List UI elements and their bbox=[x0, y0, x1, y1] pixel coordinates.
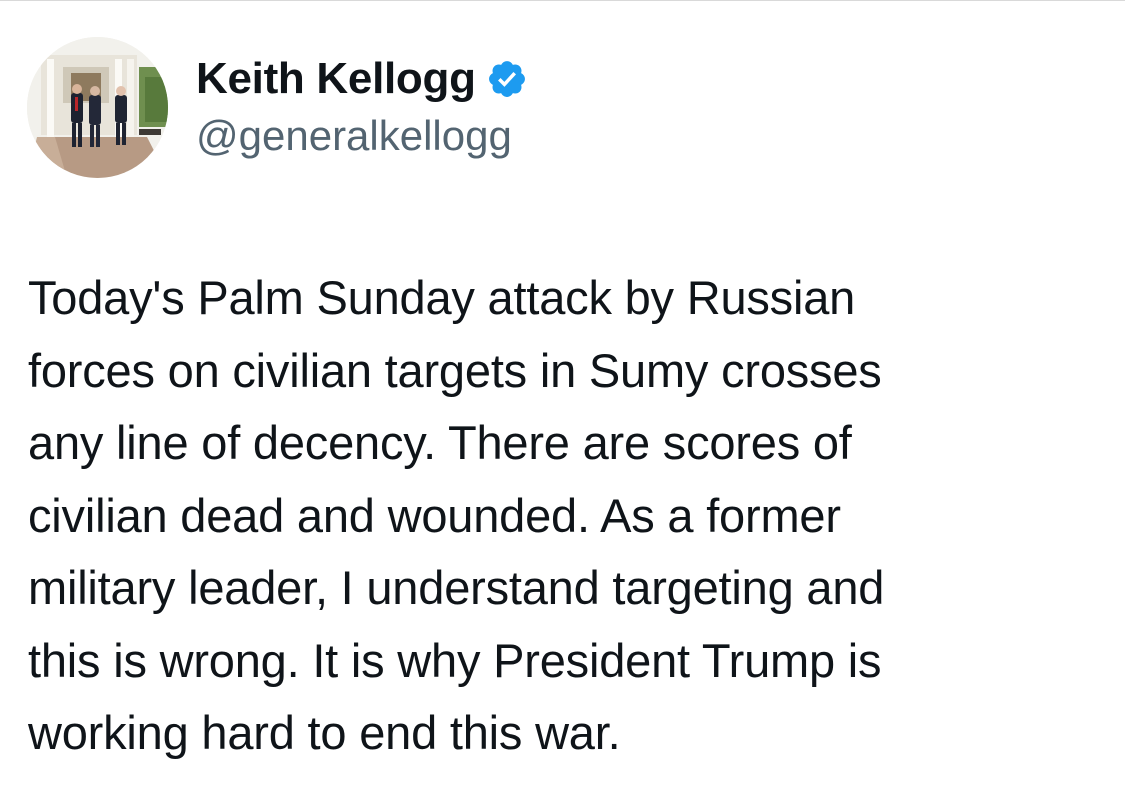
profile-photo bbox=[27, 37, 168, 178]
display-name[interactable]: Keith Kellogg bbox=[196, 54, 476, 104]
avatar[interactable] bbox=[27, 37, 168, 178]
tweet-text: Today's Palm Sunday attack by Russian fo… bbox=[28, 271, 885, 759]
tweet-card: Keith Kellogg @generalkellogg Today's Pa… bbox=[0, 0, 1125, 800]
author-block: Keith Kellogg @generalkellogg bbox=[196, 50, 528, 160]
user-handle[interactable]: @generalkellogg bbox=[196, 112, 528, 160]
verified-badge-icon bbox=[486, 58, 528, 100]
name-row: Keith Kellogg bbox=[196, 50, 528, 108]
